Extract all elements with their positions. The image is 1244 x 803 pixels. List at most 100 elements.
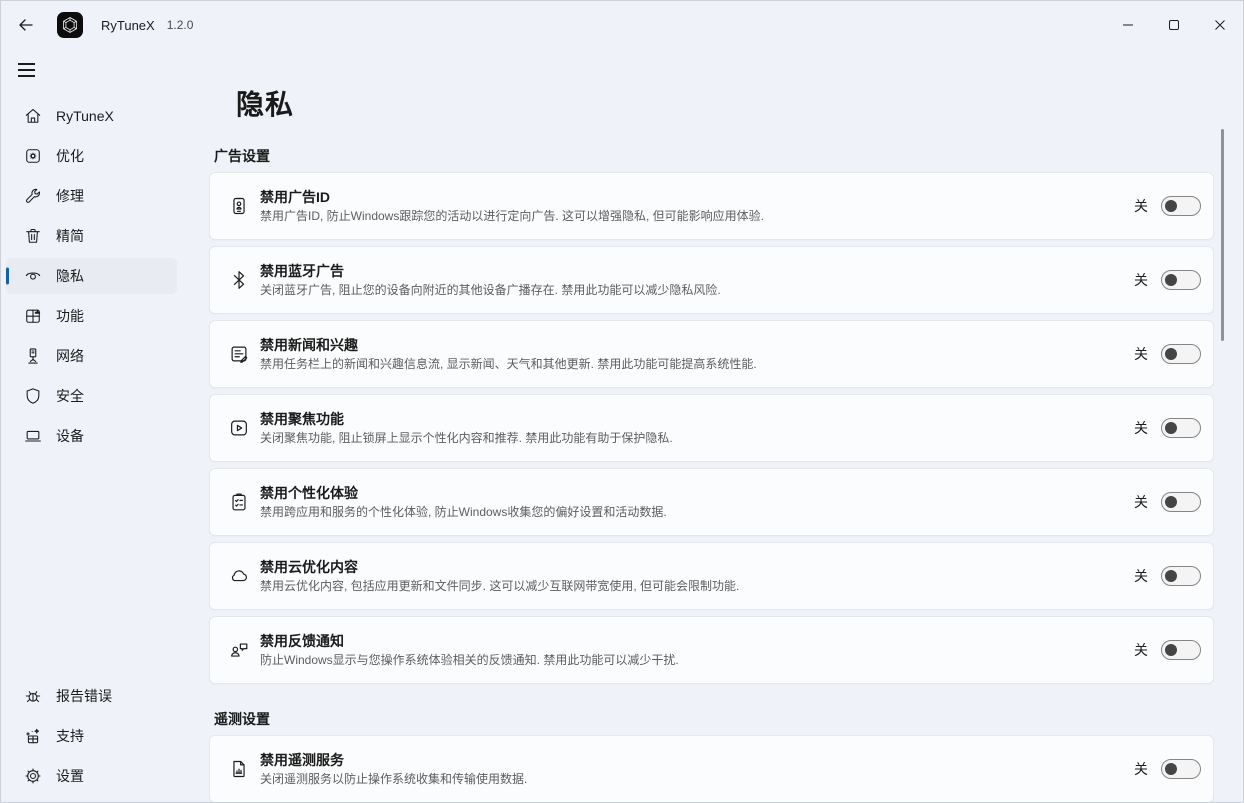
card-text: 禁用反馈通知 防止Windows显示与您操作系统体验相关的反馈通知. 禁用此功能… <box>260 632 679 668</box>
toggle-knob <box>1165 763 1177 775</box>
section-header-ads: 广告设置 <box>214 146 1214 166</box>
toggle-switch[interactable] <box>1161 492 1201 512</box>
card-controls: 关 <box>1134 196 1213 216</box>
nav-menu-button[interactable] <box>15 55 49 85</box>
app-window: RyTuneX 1.2.0 <box>0 0 1244 803</box>
news-feed-icon <box>228 343 250 365</box>
vertical-scrollbar[interactable] <box>1221 129 1224 341</box>
toggle-switch[interactable] <box>1161 196 1201 216</box>
toggle-state-label: 关 <box>1134 492 1148 512</box>
card-text: 禁用广告ID 禁用广告ID, 防止Windows跟踪您的活动以进行定向广告. 这… <box>260 188 764 224</box>
sidebar-item-security[interactable]: 安全 <box>6 378 177 414</box>
toggle-knob <box>1165 348 1177 360</box>
setting-card-feedback-notifications: 禁用反馈通知 防止Windows显示与您操作系统体验相关的反馈通知. 禁用此功能… <box>209 616 1214 684</box>
card-text: 禁用蓝牙广告 关闭蓝牙广告, 阻止您的设备向附近的其他设备广播存在. 禁用此功能… <box>260 262 721 298</box>
app-logo-icon <box>57 12 83 38</box>
setting-card-telemetry-service: 禁用遥测服务 关闭遥测服务以防止操作系统收集和传输使用数据. 关 <box>209 735 1214 802</box>
toggle-switch[interactable] <box>1161 640 1201 660</box>
card-description: 关闭聚焦功能, 阻止锁屏上显示个性化内容和推荐. 禁用此功能有助于保护隐私. <box>260 431 673 446</box>
gear-icon <box>23 766 43 786</box>
toggle-switch[interactable] <box>1161 344 1201 364</box>
window-controls <box>1105 1 1243 49</box>
sidebar-item-label: 功能 <box>56 306 84 326</box>
bluetooth-icon <box>228 269 250 291</box>
card-description: 禁用广告ID, 防止Windows跟踪您的活动以进行定向广告. 这可以增强隐私,… <box>260 209 764 224</box>
sidebar-item-support[interactable]: 支持 <box>6 718 177 754</box>
setting-card-cloud-content: 禁用云优化内容 禁用云优化内容, 包括应用更新和文件同步. 这可以减少互联网带宽… <box>209 542 1214 610</box>
sidebar-item-optimize[interactable]: 优化 <box>6 138 177 174</box>
sidebar-item-debloat[interactable]: 精简 <box>6 218 177 254</box>
card-controls: 关 <box>1134 418 1213 438</box>
app-version: 1.2.0 <box>167 18 194 32</box>
toggle-knob <box>1165 496 1177 508</box>
sidebar-item-network[interactable]: 网络 <box>6 338 177 374</box>
card-description: 禁用任务栏上的新闻和兴趣信息流, 显示新闻、天气和其他更新. 禁用此功能可能提高… <box>260 357 757 372</box>
sidebar-item-label: 隐私 <box>56 266 84 286</box>
card-text: 禁用聚焦功能 关闭聚焦功能, 阻止锁屏上显示个性化内容和推荐. 禁用此功能有助于… <box>260 410 673 446</box>
card-title: 禁用遥测服务 <box>260 751 527 769</box>
toggle-switch[interactable] <box>1161 418 1201 438</box>
app-title: RyTuneX <box>101 18 155 33</box>
bug-icon <box>23 686 43 706</box>
toggle-state-label: 关 <box>1134 640 1148 660</box>
toggle-state-label: 关 <box>1134 759 1148 779</box>
card-controls: 关 <box>1134 492 1213 512</box>
toggle-switch[interactable] <box>1161 759 1201 779</box>
optimize-icon <box>23 146 43 166</box>
sidebar-item-label: 设置 <box>56 766 84 786</box>
card-title: 禁用蓝牙广告 <box>260 262 721 280</box>
card-title: 禁用广告ID <box>260 188 764 206</box>
sidebar-item-report-bug[interactable]: 报告错误 <box>6 678 177 714</box>
toggle-knob <box>1165 644 1177 656</box>
sidebar-item-label: RyTuneX <box>56 108 114 124</box>
spotlight-play-icon <box>228 417 250 439</box>
back-arrow-icon <box>18 17 34 33</box>
close-icon <box>1214 19 1226 31</box>
setting-card-spotlight: 禁用聚焦功能 关闭聚焦功能, 阻止锁屏上显示个性化内容和推荐. 禁用此功能有助于… <box>209 394 1214 462</box>
sidebar-item-label: 优化 <box>56 146 84 166</box>
back-button[interactable] <box>10 9 42 41</box>
sidebar-item-label: 设备 <box>56 426 84 446</box>
eye-icon <box>23 266 43 286</box>
sidebar-item-repair[interactable]: 修理 <box>6 178 177 214</box>
card-title: 禁用云优化内容 <box>260 558 739 576</box>
sidebar-item-settings[interactable]: 设置 <box>6 758 177 794</box>
toggle-switch[interactable] <box>1161 566 1201 586</box>
toggle-switch[interactable] <box>1161 270 1201 290</box>
sidebar-item-devices[interactable]: 设备 <box>6 418 177 454</box>
sidebar-item-home[interactable]: RyTuneX <box>6 98 177 134</box>
titlebar: RyTuneX 1.2.0 <box>1 1 1243 49</box>
page-title: 隐私 <box>236 89 1214 121</box>
sidebar-item-label: 支持 <box>56 726 84 746</box>
toggle-knob <box>1165 274 1177 286</box>
setting-card-news-interests: 禁用新闻和兴趣 禁用任务栏上的新闻和兴趣信息流, 显示新闻、天气和其他更新. 禁… <box>209 320 1214 388</box>
toggle-state-label: 关 <box>1134 566 1148 586</box>
setting-card-personalization: 禁用个性化体验 禁用跨应用和服务的个性化体验, 防止Windows收集您的偏好设… <box>209 468 1214 536</box>
card-title: 禁用聚焦功能 <box>260 410 673 428</box>
card-text: 禁用遥测服务 关闭遥测服务以防止操作系统收集和传输使用数据. <box>260 751 527 787</box>
sidebar-spacer <box>1 454 181 678</box>
card-title: 禁用新闻和兴趣 <box>260 336 757 354</box>
telemetry-doc-icon <box>228 758 250 780</box>
card-title: 禁用个性化体验 <box>260 484 667 502</box>
sidebar-item-privacy[interactable]: 隐私 <box>6 258 177 294</box>
card-controls: 关 <box>1134 566 1213 586</box>
clipboard-checks-icon <box>228 491 250 513</box>
minimize-button[interactable] <box>1105 1 1151 49</box>
shield-icon <box>23 386 43 406</box>
close-button[interactable] <box>1197 1 1243 49</box>
sidebar-item-label: 修理 <box>56 186 84 206</box>
card-description: 关闭蓝牙广告, 阻止您的设备向附近的其他设备广播存在. 禁用此功能可以减少隐私风… <box>260 283 721 298</box>
gift-icon <box>23 726 43 746</box>
setting-card-ad-id: 禁用广告ID 禁用广告ID, 防止Windows跟踪您的活动以进行定向广告. 这… <box>209 172 1214 240</box>
toggle-state-label: 关 <box>1134 344 1148 364</box>
card-text: 禁用个性化体验 禁用跨应用和服务的个性化体验, 防止Windows收集您的偏好设… <box>260 484 667 520</box>
sidebar-item-features[interactable]: 功能 <box>6 298 177 334</box>
maximize-icon <box>1168 19 1180 31</box>
card-description: 禁用云优化内容, 包括应用更新和文件同步. 这可以减少互联网带宽使用, 但可能会… <box>260 579 739 594</box>
toggle-state-label: 关 <box>1134 196 1148 216</box>
toggle-knob <box>1165 200 1177 212</box>
sidebar-item-label: 精简 <box>56 226 84 246</box>
maximize-button[interactable] <box>1151 1 1197 49</box>
main-content: 隐私 广告设置 禁用广告ID 禁用广告ID, 防止Windows跟踪您的活动以进… <box>181 49 1243 802</box>
